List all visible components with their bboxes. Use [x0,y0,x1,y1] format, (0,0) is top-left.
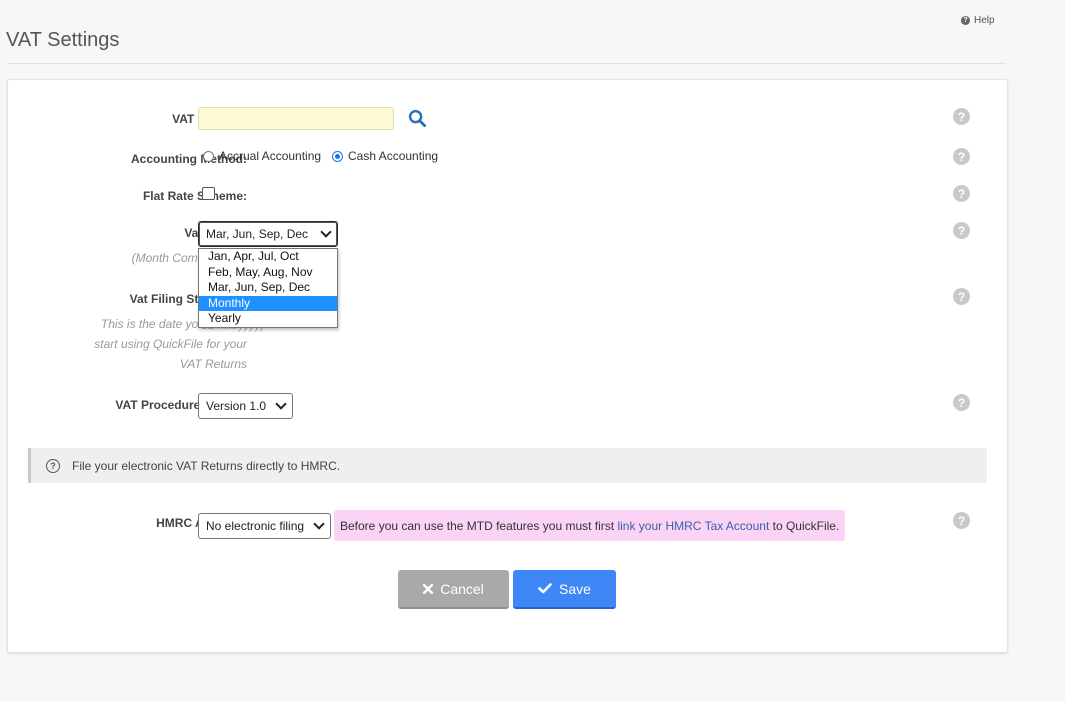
accrual-accounting-label: Accrual Accounting [219,149,322,163]
accrual-accounting-radio[interactable]: Accrual Accounting [203,149,321,163]
mtd-notice-text-end: to QuickFile. [769,518,840,533]
chevron-down-icon [313,518,325,530]
filing-start-help-icon[interactable]: ? [953,288,970,305]
vat-period-value: Mar, Jun, Sep, Dec [206,227,309,241]
radio-circle-checked[interactable] [332,150,343,162]
help-link[interactable]: ? Help [961,15,995,26]
page-title: VAT Settings [6,29,120,52]
link-hmrc-account-link[interactable]: link your HMRC Tax Account [617,519,769,533]
vat-period-option[interactable]: Mar, Jun, Sep, Dec [199,280,337,296]
accounting-method-help-icon[interactable]: ? [953,148,970,165]
vat-number-help-icon[interactable]: ? [953,108,970,125]
vat-period-dropdown: Jan, Apr, Jul, Oct Feb, May, Aug, Nov Ma… [198,248,338,328]
procedure-version-value: Version 1.0 [206,399,267,413]
cancel-label: Cancel [440,580,484,597]
procedure-version-select[interactable]: Version 1.0 [198,393,293,419]
chevron-down-icon [275,398,287,410]
cash-accounting-label: Cash Accounting [348,149,439,163]
hmrc-account-value: No electronic filing [206,519,305,533]
hmrc-info-text: File your electronic VAT Returns directl… [72,458,341,473]
hmrc-account-select[interactable]: No electronic filing [198,513,331,539]
vat-period-select[interactable]: Mar, Jun, Sep, Dec [198,221,338,247]
mtd-notice-text: Before you can use the MTD features you … [340,518,618,533]
check-icon [538,583,552,594]
vat-period-help-icon[interactable]: ? [953,222,970,239]
radio-circle[interactable] [203,150,214,162]
title-divider [7,63,1006,64]
flat-rate-help-icon[interactable]: ? [953,185,970,202]
vat-period-option[interactable]: Jan, Apr, Jul, Oct [199,249,337,265]
vat-period-option[interactable]: Feb, May, Aug, Nov [199,265,337,281]
flat-rate-checkbox[interactable] [202,187,215,200]
flat-rate-label: Flat Rate Scheme: [142,189,247,203]
help-icon: ? [961,16,970,25]
help-label: Help [974,15,995,26]
question-circle-icon: ? [46,458,60,473]
save-button[interactable]: Save [513,570,616,609]
hmrc-info-bar: ? File your electronic VAT Returns direc… [28,448,987,483]
procedure-version-help-icon[interactable]: ? [953,394,970,411]
vat-period-option[interactable]: Yearly [199,311,337,327]
hmrc-account-help-icon[interactable]: ? [953,512,970,529]
vat-number-input[interactable] [198,107,394,130]
cash-accounting-radio[interactable]: Cash Accounting [332,149,438,163]
cancel-button[interactable]: Cancel [398,570,509,609]
chevron-down-icon [320,226,332,238]
close-icon [423,583,434,594]
mtd-notice: Before you can use the MTD features you … [334,510,846,541]
search-icon[interactable] [408,109,427,128]
vat-period-option-highlighted[interactable]: Monthly [199,295,337,311]
save-label: Save [559,580,591,597]
